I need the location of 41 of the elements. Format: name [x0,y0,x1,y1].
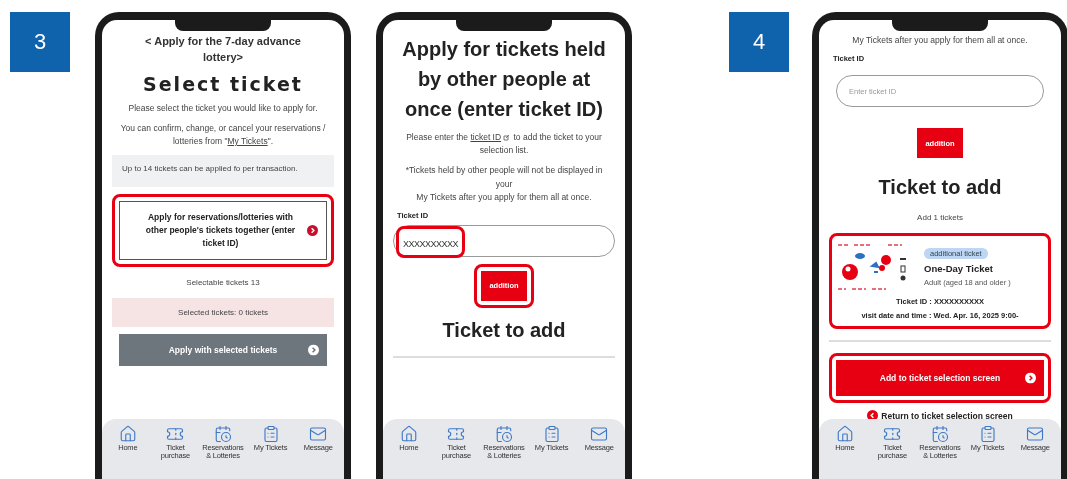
step-number: 4 [729,12,789,72]
instruction-text: You can confirm, change, or cancel your reservations / lotteries from "My Tickets". [119,122,327,149]
chevron-circle-icon [307,224,318,236]
instruction-text: Please enter the ticket ID to add the ticket to your selection list. [405,131,603,158]
nav-icon [309,425,328,443]
ticket-name: One-Day Ticket [924,262,993,274]
page-title: Ticket to add [441,317,567,343]
nav-icon [447,425,466,443]
back-header[interactable]: < Apply for the 7-day advance lottery> [112,34,334,66]
nav-icon [931,425,949,443]
info-note: Up to 14 tickets can be applied fo per transaction. [112,155,334,187]
nav-icon [166,425,185,443]
page-title: Ticket to add [877,175,1003,201]
nav-icon [883,425,902,443]
nav-icon [1026,425,1045,443]
nav-icon [118,425,137,443]
action-button[interactable]: Add to ticket selection screen [836,360,1044,397]
instruction-text: Please select the ticket you would like to apply for. [127,101,319,115]
nav-icon [978,425,997,443]
instruction-text: *Tickets held by other people will not be displayed in your My Tickets after you apply for them all at once. [404,164,604,204]
enter-ticket-id-button[interactable]: Apply for reservations/lotteries with other people's tickets together (enter ticket ID) [119,200,327,261]
nav-icon [590,425,609,443]
text-link[interactable]: My Tickets [227,136,268,147]
nav-icon [261,425,280,443]
count-text: Selectable tickets 13 [185,277,261,290]
page-title: Select ticket [142,72,304,95]
nav-icon [399,425,418,443]
back-link[interactable]: Return to ticket selection screen [829,410,1051,419]
selected-count-bar: Selected tickets: 0 tickets [112,298,334,328]
text-link[interactable]: ticket ID [470,132,502,142]
nav-icon [542,425,561,443]
nav-icon [835,425,854,443]
nav-icon [214,425,232,443]
chevron-circle-icon [1025,372,1036,384]
instruction-text: My Tickets after you apply for them all at once. [851,34,1029,47]
field-value: XXXXXXXXXX [403,238,459,249]
page-title: Apply for tickets held by other people at once (enter ticket ID) [401,37,607,122]
chevron-circle-icon [308,344,319,356]
nav-icon [495,425,513,443]
step-number: 3 [10,12,70,72]
count-text: Add 1 tickets [916,212,964,225]
